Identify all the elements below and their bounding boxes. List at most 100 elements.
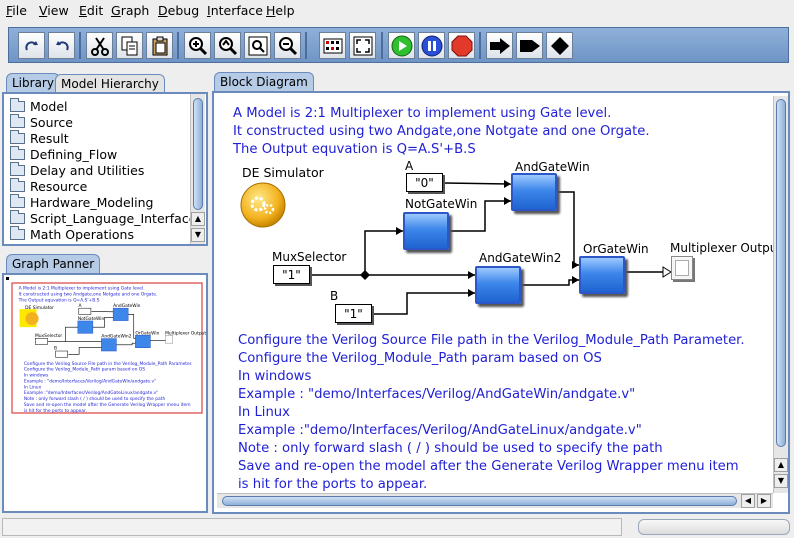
toolbar-separator [479, 32, 481, 59]
diagram-note-line: Example :"demo/Interfaces/Verilog/AndGat… [238, 423, 642, 438]
menu-bar: File View Edit Graph Debug Interface Hel… [0, 0, 794, 22]
const-b[interactable]: "1" [335, 304, 372, 323]
menu-view[interactable]: View [39, 3, 69, 18]
diagram-vertical-scrollbar[interactable]: ▲ ▼ [773, 96, 788, 493]
folder-icon [10, 225, 25, 240]
panner-output-actor [165, 335, 173, 344]
progress-bar [638, 519, 790, 535]
wire-sel-to-notgate[interactable] [364, 230, 403, 275]
port-bus-button[interactable] [516, 32, 543, 59]
automatic-layout-icon [323, 38, 342, 53]
port-button[interactable] [486, 32, 513, 59]
panner-note-line: Save and re-open the model after the Gen… [24, 402, 191, 408]
scroll-down-arrow-icon[interactable]: ▼ [191, 228, 205, 242]
panner-note-line: In Linux [24, 384, 42, 390]
wire-andgate2-to-orgate[interactable] [521, 279, 579, 286]
paste-button[interactable] [146, 32, 173, 59]
zoom-fit-button[interactable] [244, 32, 271, 59]
library-panel: Model Source Result Defining_Flow Delay and … [2, 92, 208, 246]
label-not-gate-win: NotGateWin [405, 197, 478, 211]
panner-actor [101, 338, 117, 352]
stop-icon [451, 35, 472, 56]
menu-help[interactable]: Help [266, 3, 295, 18]
copy-button[interactable] [116, 32, 143, 59]
wire-b-to-andgate2[interactable] [374, 292, 475, 315]
graph-panner-preview[interactable]: A Model is 2:1 Multiplexer to implement … [4, 275, 206, 511]
library-item[interactable]: Source [10, 113, 73, 130]
tab-library[interactable]: Library [6, 73, 60, 93]
const-a[interactable]: "0" [406, 173, 443, 192]
library-item[interactable]: Result [10, 129, 69, 146]
zoom-reset-button[interactable] [214, 32, 241, 59]
scroll-down-arrow-icon[interactable]: ▼ [774, 474, 788, 488]
scroll-up-arrow-icon[interactable]: ▲ [191, 212, 205, 226]
label-b: B [330, 289, 339, 303]
diagram-vscroll-thumb[interactable] [776, 99, 786, 447]
pause-icon [421, 35, 442, 56]
diagram-horizontal-scrollbar[interactable]: ◀ ▶ [217, 493, 773, 508]
menu-interface[interactable]: Interface [207, 3, 263, 18]
menu-file[interactable]: File [6, 3, 27, 18]
run-button[interactable] [388, 32, 415, 59]
scroll-left-arrow-icon[interactable]: ◀ [741, 494, 755, 508]
relation-button[interactable] [546, 32, 573, 59]
zoom-in-button[interactable] [184, 32, 211, 59]
full-screen-icon [353, 36, 372, 55]
wire-arrow-icon [504, 180, 511, 188]
panner-header-line: The Output equvation is Q=A.S'+B.S [18, 297, 100, 303]
label-and-gate-win: AndGateWin [515, 160, 590, 174]
pause-button[interactable] [418, 32, 445, 59]
zoom-out-button[interactable] [274, 32, 301, 59]
or-gate-win-actor[interactable] [579, 256, 625, 294]
library-item[interactable]: Model [10, 97, 68, 114]
library-scroll-thumb[interactable] [193, 98, 203, 210]
relation-node-icon[interactable] [360, 270, 370, 280]
menu-edit[interactable]: Edit [79, 3, 103, 18]
library-item[interactable]: Delay and Utilities [10, 161, 144, 178]
folder-icon [10, 177, 25, 192]
graph-panner-panel[interactable]: A Model is 2:1 Multiplexer to implement … [2, 273, 208, 513]
wire-arrow-icon [572, 261, 579, 269]
and-gate-win2-actor[interactable] [475, 266, 521, 304]
library-item[interactable]: Math Operations [10, 225, 134, 242]
label-mux-output: Multiplexer Output [670, 241, 773, 255]
panner-note-line: is hit for the ports to appear. [24, 408, 87, 414]
library-item[interactable]: Defining_Flow [10, 145, 117, 162]
multiplexer-output-actor[interactable] [671, 256, 693, 280]
menu-debug[interactable]: Debug [158, 3, 199, 18]
wire-arrow-icon [468, 271, 475, 279]
stop-button[interactable] [448, 32, 475, 59]
library-item[interactable]: Hardware_Modeling [10, 193, 153, 210]
full-screen-button[interactable] [349, 32, 376, 59]
cut-button[interactable] [86, 32, 113, 59]
undo-button[interactable] [48, 32, 75, 59]
panner-const-box [55, 350, 68, 358]
wire-a-to-andgate[interactable] [444, 182, 512, 185]
de-simulator-director[interactable] [240, 182, 286, 228]
not-gate-win-actor[interactable] [403, 212, 449, 250]
diagram-note-line: Note : only forward slash ( / ) should b… [238, 441, 663, 456]
scroll-right-arrow-icon[interactable]: ▶ [757, 494, 771, 508]
library-scrollbar[interactable]: ▲ ▼ [190, 94, 205, 244]
diagram-header-line: It constructed using two Andgate,one Not… [233, 124, 650, 139]
tab-block-diagram[interactable]: Block Diagram [214, 72, 314, 92]
redo-button[interactable] [18, 32, 45, 59]
automatic-layout-button[interactable] [319, 32, 346, 59]
tab-graph-panner[interactable]: Graph Panner [6, 254, 101, 274]
undo-icon [55, 40, 69, 50]
and-gate-win-actor[interactable] [511, 173, 557, 211]
library-item[interactable]: Script_Language_Interface [10, 209, 196, 226]
diagram-hscroll-thumb[interactable] [222, 496, 737, 506]
library-item[interactable]: Resource [10, 177, 87, 194]
panner-actor [135, 335, 151, 348]
wire-arrow-icon [572, 276, 579, 284]
menu-graph[interactable]: Graph [111, 3, 149, 18]
const-mux-selector[interactable]: "1" [273, 265, 310, 284]
library-item-label: Result [30, 130, 69, 146]
toolbar-separator [79, 32, 81, 59]
library-item-label: Source [30, 114, 73, 130]
diagram-canvas[interactable]: A Model is 2:1 Multiplexer to implement … [217, 96, 773, 493]
tab-model-hierarchy[interactable]: Model Hierarchy [55, 74, 165, 94]
scroll-up-arrow-icon[interactable]: ▲ [774, 458, 788, 472]
panner-note-line: Configure the Verilog Source File path i… [24, 361, 193, 367]
